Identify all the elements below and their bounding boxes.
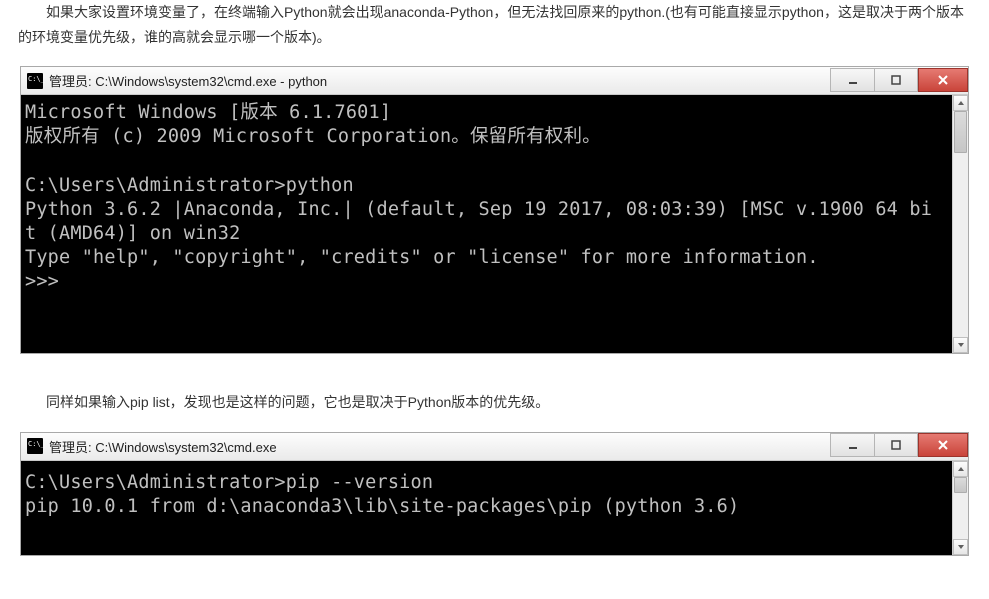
chevron-down-icon xyxy=(957,342,965,348)
close-button[interactable] xyxy=(918,433,968,457)
cmd-icon xyxy=(27,438,43,454)
window-title: 管理员: C:\Windows\system32\cmd.exe - pytho… xyxy=(49,71,830,90)
chevron-down-icon xyxy=(957,544,965,550)
maximize-icon xyxy=(891,440,901,450)
scroll-thumb[interactable] xyxy=(954,111,967,153)
scroll-track[interactable] xyxy=(953,111,968,337)
terminal-output: Microsoft Windows [版本 6.1.7601] 版权所有 (c)… xyxy=(21,95,952,353)
minimize-button[interactable] xyxy=(830,68,874,92)
chevron-up-icon xyxy=(957,100,965,106)
close-icon xyxy=(937,74,949,86)
scroll-thumb[interactable] xyxy=(954,477,967,493)
window-controls xyxy=(830,435,968,457)
scrollbar[interactable] xyxy=(952,461,968,555)
maximize-button[interactable] xyxy=(874,433,918,457)
minimize-button[interactable] xyxy=(830,433,874,457)
scroll-down-button[interactable] xyxy=(953,539,968,555)
close-icon xyxy=(937,439,949,451)
minimize-icon xyxy=(848,440,858,450)
terminal-window-2: 管理员: C:\Windows\system32\cmd.exe C:\User… xyxy=(20,432,969,556)
maximize-icon xyxy=(891,75,901,85)
maximize-button[interactable] xyxy=(874,68,918,92)
scroll-down-button[interactable] xyxy=(953,337,968,353)
window-title: 管理员: C:\Windows\system32\cmd.exe xyxy=(49,437,830,456)
titlebar[interactable]: 管理员: C:\Windows\system32\cmd.exe xyxy=(21,433,968,461)
terminal-output: C:\Users\Administrator>pip --version pip… xyxy=(21,461,952,555)
close-button[interactable] xyxy=(918,68,968,92)
scroll-track[interactable] xyxy=(953,477,968,539)
window-controls xyxy=(830,70,968,92)
chevron-up-icon xyxy=(957,466,965,472)
body-paragraph-2: 同样如果输入pip list，发现也是这样的问题，它也是取决于Python版本的… xyxy=(18,390,971,415)
minimize-icon xyxy=(848,75,858,85)
cmd-icon xyxy=(27,73,43,89)
body-paragraph-1: 如果大家设置环境变量了，在终端输入Python就会出现anaconda-Pyth… xyxy=(18,0,971,50)
scroll-up-button[interactable] xyxy=(953,461,968,477)
terminal-window-1: 管理员: C:\Windows\system32\cmd.exe - pytho… xyxy=(20,66,969,354)
scrollbar[interactable] xyxy=(952,95,968,353)
scroll-up-button[interactable] xyxy=(953,95,968,111)
titlebar[interactable]: 管理员: C:\Windows\system32\cmd.exe - pytho… xyxy=(21,67,968,95)
